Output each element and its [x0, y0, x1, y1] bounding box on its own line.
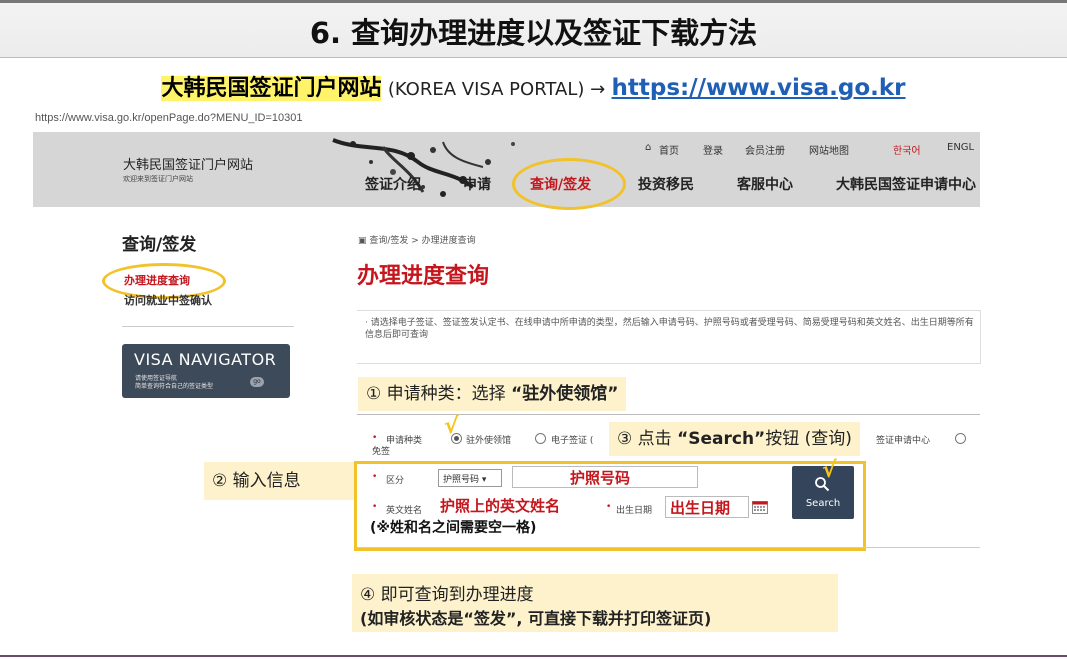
site-header: 大韩民国签证门户网站 欢迎来到签证门户网站 ⌂ 首页 登录 会员注册 网站地图 … — [33, 132, 980, 210]
slide-bottom-line — [0, 655, 1067, 657]
nav-visa-intro[interactable]: 签证介绍 — [365, 174, 421, 194]
sidebar-item-employment-confirm[interactable]: 访问就业中签确认 — [124, 292, 212, 308]
callout-step-3-text: ③ 点击 — [617, 429, 678, 449]
topnav-register[interactable]: 会员注册 — [745, 142, 785, 157]
topnav-korean[interactable]: 한국어 — [893, 142, 921, 157]
portal-line: 大韩民国签证门户网站 (KOREA VISA PORTAL) → https:/… — [0, 70, 1067, 102]
name-spacing-note: (※姓和名之间需要空一格) — [370, 520, 537, 536]
portal-name-en: (KOREA VISA PORTAL) → — [387, 79, 606, 100]
ink-plum-blossom-art — [332, 138, 515, 197]
passport-number-placeholder: 护照号码 — [570, 469, 631, 487]
application-type-label: 申请种类 — [386, 436, 423, 446]
callout-step-3-bold: “Search” — [677, 429, 766, 449]
topnav-sitemap[interactable]: 网站地图 — [809, 142, 849, 157]
radio-embassy-label: 驻外使领馆 — [466, 436, 512, 446]
category-label: 区分 — [386, 476, 405, 486]
page-title: 办理进度查询 — [357, 264, 490, 289]
required-star: • — [372, 472, 378, 482]
required-star: • — [372, 433, 378, 443]
visa-navigator-banner[interactable]: VISA NAVIGATOR 请使用签证导航 简单查询符合自己的签证类型 go — [122, 344, 290, 398]
sidebar-divider — [122, 326, 294, 327]
required-star: • — [606, 502, 612, 512]
notice-box: · 请选择电子签证、签证签发认定书、在线申请中所申请的类型，然后输入申请号码、护… — [357, 310, 981, 364]
english-name-label: 英文姓名 — [386, 506, 423, 516]
nav-investment-immigration[interactable]: 投资移民 — [638, 174, 694, 194]
topnav-home[interactable]: 首页 — [659, 142, 679, 157]
english-name-input[interactable]: 护照上的英文姓名 — [440, 495, 560, 516]
radio-other[interactable] — [955, 433, 966, 444]
callout-step-4-line2: (如审核状态是“签发”, 可直接下载并打印签证页) — [360, 609, 712, 628]
check-mark-icon: √ — [444, 414, 459, 439]
callout-step-4: ④ 即可查询到办理进度 (如审核状态是“签发”, 可直接下载并打印签证页) — [352, 574, 838, 632]
radio-evisa-label: 电子签证 ( — [551, 436, 594, 446]
portal-url-link[interactable]: https://www.visa.go.kr — [612, 75, 906, 101]
nav-visa-application-center[interactable]: 大韩民国签证申请中心 — [836, 174, 980, 194]
callout-step-2: ② 输入信息 — [204, 462, 355, 500]
sidebar-title: 查询/签发 — [122, 235, 197, 255]
nav-customer-center[interactable]: 客服中心 — [737, 174, 793, 194]
home-icon[interactable]: ▣ — [358, 236, 367, 246]
callout-step-1: ① 申请种类：选择 “驻外使领馆” — [358, 377, 627, 411]
radio-center-label: 签证申请中心 — [876, 436, 931, 446]
search-button-label: Search — [805, 498, 841, 509]
visa-navigator-title: VISA NAVIGATOR — [134, 350, 277, 369]
browser-url-bar[interactable]: https://www.visa.go.kr/openPage.do?MENU_… — [35, 112, 980, 130]
visa-free-label: 免签 — [372, 447, 391, 457]
site-logo-subtitle: 欢迎来到签证门户网站 — [123, 175, 193, 183]
portal-name-cn: 大韩民国签证门户网站 — [161, 76, 382, 101]
radio-evisa[interactable] — [535, 433, 546, 444]
topnav-english[interactable]: ENGL — [947, 142, 974, 153]
topnav-login[interactable]: 登录 — [703, 142, 723, 157]
nav-apply[interactable]: 申请 — [463, 174, 491, 194]
birth-date-placeholder: 出生日期 — [670, 499, 731, 517]
highlight-ellipse-nav — [512, 158, 626, 210]
document-type-value: 护照号码 ▾ — [443, 475, 487, 485]
notice-text: · 请选择电子签证、签证签发认定书、在线申请中所申请的类型，然后输入申请号码、护… — [365, 318, 974, 340]
visa-navigator-go-button[interactable]: go — [250, 377, 264, 387]
required-star: • — [372, 502, 378, 512]
home-icon[interactable]: ⌂ — [645, 142, 651, 153]
document-type-select[interactable]: 护照号码 ▾ — [438, 469, 502, 487]
callout-step-4-line1: ④ 即可查询到办理进度 — [360, 585, 534, 605]
visa-navigator-subtitle-2: 简单查询符合自己的签证类型 — [135, 383, 214, 390]
check-mark-icon: √ — [822, 458, 837, 483]
slide-title: 6. 查询办理进度以及签证下载方法 — [309, 16, 758, 50]
breadcrumb-text: 查询/签发 > 办理进度查询 — [369, 236, 476, 246]
breadcrumb: ▣ 查询/签发 > 办理进度查询 — [358, 233, 476, 246]
form-bottom-divider — [357, 547, 980, 548]
callout-step-1-bold: “驻外使领馆” — [511, 384, 619, 404]
callout-step-1-text: ① 申请种类：选择 — [366, 384, 512, 404]
calendar-icon[interactable] — [752, 500, 768, 514]
callout-step-3-suffix: 按钮 (查询) — [765, 429, 852, 449]
site-logo-text[interactable]: 大韩民国签证门户网站 — [123, 154, 253, 173]
callout-step-3: ③ 点击 “Search”按钮 (查询) — [609, 422, 860, 456]
birth-date-label: 出生日期 — [616, 506, 653, 516]
